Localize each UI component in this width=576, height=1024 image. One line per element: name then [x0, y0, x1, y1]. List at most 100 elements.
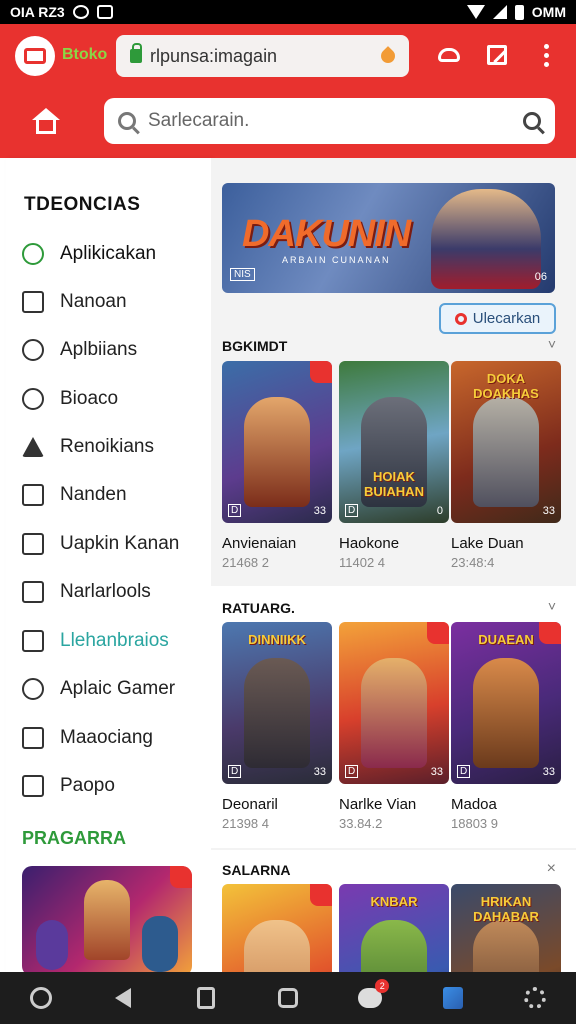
sidebar-item-label: Paopo	[60, 775, 115, 796]
game-meta: 18803 9	[451, 816, 498, 831]
sidebar-item-4[interactable]: Renoikians	[22, 427, 207, 467]
game-meta: 33.84.2	[339, 816, 383, 831]
sidebar-item-2[interactable]: Aplbiians	[22, 330, 207, 370]
section-title: RATUARG.	[222, 600, 295, 616]
sidebar-item-11[interactable]: Paopo	[22, 766, 207, 806]
cloud-button[interactable]	[436, 42, 462, 68]
brand-name: Btoko	[62, 46, 108, 63]
game-card[interactable]	[222, 884, 332, 972]
browser-toolbar: Btoko rlpunsa:imagain	[0, 24, 576, 86]
game-card[interactable]: KNBAR	[339, 884, 449, 972]
game-card[interactable]: DINNIIKK D 33 Deonaril 21398 4	[222, 622, 332, 831]
gamepad-icon	[22, 678, 44, 700]
game-card[interactable]: D 33 Anvienaian 21468 2	[222, 361, 332, 570]
brand-logo[interactable]	[15, 36, 55, 76]
banner-character-image	[431, 189, 541, 289]
nav-home-button[interactable]	[275, 985, 301, 1011]
sidebar-item-9[interactable]: Aplaic Gamer	[22, 669, 207, 709]
section-expand-icon[interactable]: ˅	[548, 598, 556, 614]
sidebar-item-label: Renoikians	[60, 436, 154, 457]
nav-settings-button[interactable]	[522, 985, 548, 1011]
game-title: Narlke Vian	[339, 796, 417, 813]
sidebar-item-label: Aplikicakan	[60, 243, 157, 264]
sidebar-item-label: Aplbiians	[60, 339, 138, 360]
battery-icon	[514, 4, 524, 20]
banner-count: 06	[534, 271, 547, 283]
home-icon	[277, 988, 298, 1008]
game-card[interactable]: HRIKAN DAHABAR	[451, 884, 561, 972]
cast-icon	[30, 987, 53, 1009]
sidebar-item-1[interactable]: Nanoan	[22, 282, 207, 322]
sidebar-item-7[interactable]: Narlarlools	[22, 572, 207, 612]
favorite-icon[interactable]	[378, 46, 398, 66]
more-vert-icon	[543, 43, 549, 67]
home-button[interactable]	[30, 108, 64, 138]
sidebar-item-8[interactable]: Llehanbraios	[22, 621, 207, 661]
banner-tag: NIS	[230, 268, 255, 281]
section-2: RATUARG. ˅ DINNIIKK D 33 Deonaril 21398 …	[211, 586, 576, 848]
edit-button[interactable]	[484, 42, 510, 68]
shield-icon	[22, 533, 44, 555]
game-meta: 21398 4	[222, 816, 269, 831]
sidebar-item-5[interactable]: Nanden	[22, 475, 207, 515]
game-card-image: HOIAK BUIAHAN D 0	[339, 361, 449, 523]
game-card-image	[222, 884, 332, 972]
game-title: Haokone	[339, 535, 400, 552]
game-title: Madoa	[451, 796, 497, 813]
sidebar-item-label: Bioaco	[60, 388, 119, 409]
search-input[interactable]: Sarlecarain.	[104, 98, 555, 144]
sidebar-item-label: Nanoan	[60, 291, 127, 312]
game-card-image: DOKA DOAKHAS 33	[451, 361, 561, 523]
sidebar-item-3[interactable]: Bioaco	[22, 379, 207, 419]
lock-icon	[130, 43, 142, 63]
nav-chat-button[interactable]: 2	[357, 979, 390, 1011]
nav-recent-button[interactable]	[193, 985, 219, 1011]
sidebar-item-10[interactable]: Maaociang	[22, 718, 207, 758]
sidebar-title: TDEONCIAS	[24, 194, 141, 215]
sidebar-item-0[interactable]: Aplikicakan	[22, 234, 207, 274]
sidebar-section-title: PRAGARRA	[22, 828, 127, 848]
game-card[interactable]: DOKA DOAKHAS 33 Lake Duan 23:48:4	[451, 361, 561, 570]
discover-label: Ulecarkan	[472, 310, 541, 327]
search-submit-icon[interactable]	[523, 112, 541, 130]
main-content: DAKUNIN ARBAIN CUNANAN NIS 06 Ulecarkan …	[211, 158, 576, 972]
signal-icon	[492, 5, 507, 19]
sidebar-item-label: Maaociang	[60, 727, 153, 748]
grid-icon	[22, 775, 44, 797]
url-bar[interactable]: rlpunsa:imagain	[116, 35, 409, 77]
settings-icon	[523, 987, 546, 1009]
section-close-icon[interactable]: ×	[547, 860, 556, 878]
logo-icon	[24, 48, 46, 64]
nav-store-button[interactable]	[440, 985, 466, 1011]
game-card[interactable]: HOIAK BUIAHAN D 0 Haokone 11402 4	[339, 361, 449, 570]
sidebar-item-6[interactable]: Uapkin Kanan	[22, 524, 207, 564]
section-title: SALARNA	[222, 862, 291, 878]
nav-cast-button[interactable]	[28, 985, 54, 1011]
game-card-image: DINNIIKK D 33	[222, 622, 332, 784]
sidebar-promo-image[interactable]	[22, 866, 192, 972]
wifi-icon	[466, 5, 485, 19]
nav-back-button[interactable]	[110, 985, 136, 1011]
game-card[interactable]: D 33 Narlke Vian 33.84.2	[339, 622, 449, 831]
search-placeholder: Sarlecarain.	[148, 110, 250, 131]
search-icon	[118, 112, 136, 130]
media-icon	[96, 5, 113, 19]
game-card-image: D 33	[222, 361, 332, 523]
sidebar-item-label: Llehanbraios	[60, 630, 169, 651]
section-expand-icon[interactable]: ˅	[548, 336, 556, 352]
menu-button[interactable]	[533, 42, 559, 68]
target-icon	[22, 388, 44, 410]
check-box-icon	[22, 581, 44, 603]
status-right: OMM	[466, 4, 566, 20]
featured-banner[interactable]: DAKUNIN ARBAIN CUNANAN NIS 06	[222, 183, 555, 293]
game-title: Anvienaian	[222, 535, 297, 552]
recent-apps-icon	[196, 987, 215, 1009]
search-icon	[454, 312, 467, 325]
url-text: rlpunsa:imagain	[150, 45, 278, 66]
game-card-image: D 33	[339, 622, 449, 784]
bottom-nav-bar: 2	[0, 972, 576, 1024]
status-right-text: OMM	[531, 4, 566, 20]
game-card[interactable]: DUAEAN D 33 Madoa 18803 9	[451, 622, 561, 831]
check-box-icon	[22, 484, 44, 506]
sidebar-item-label: Uapkin Kanan	[60, 533, 180, 554]
